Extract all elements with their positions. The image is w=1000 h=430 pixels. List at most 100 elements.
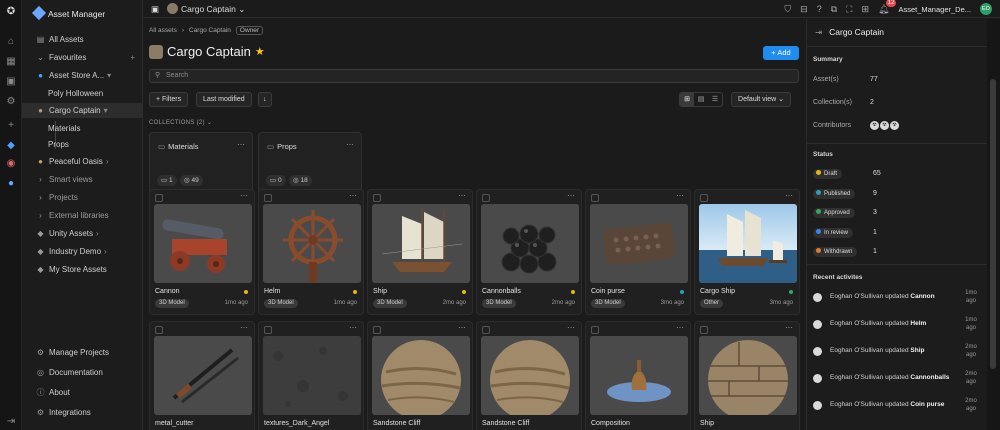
sidebar-item-all-assets[interactable]: ▤ All Assets [22,32,143,47]
asset-card[interactable]: ⋯ Ship 3D Model 2mo ago [367,189,473,315]
asset-thumbnail[interactable] [590,336,688,415]
sidebar-item-my-store-assets[interactable]: ◆ My Store Assets [22,262,143,277]
activity-target[interactable]: Cannon [910,293,934,300]
status-badge[interactable]: In review [813,227,854,238]
activity-item[interactable]: Eoghan O'Sullivan updated Helm 1mo ago [813,316,981,338]
asset-thumbnail[interactable] [481,204,579,283]
sidebar-item-asset-store[interactable]: ● Asset Store A... ▾ [22,68,143,83]
more-options-icon[interactable]: ⋯ [349,323,357,332]
select-checkbox[interactable] [264,194,272,202]
asset-card[interactable]: ⋯ Sandstone Cliff [476,321,582,430]
activity-item[interactable]: Eoghan O'Sullivan updated Cannon 1mo ago [813,289,981,311]
more-options-icon[interactable]: ⋯ [346,140,354,149]
grid-icon[interactable]: ▦ [5,56,17,68]
activity-item[interactable]: Eoghan O'Sullivan updated Cannonballs 2mo… [813,370,981,392]
more-options-icon[interactable]: ⋯ [349,191,357,200]
home-icon[interactable]: ⌂ [5,36,17,48]
search-input[interactable]: ⚲ Search [149,69,799,83]
sidebar-item-props[interactable]: Props [22,137,143,152]
list-view-icon[interactable]: ☰ [708,93,722,106]
more-options-icon[interactable]: ⋯ [458,191,466,200]
asset-thumbnail[interactable] [154,336,252,415]
unity-logo-icon[interactable]: ✪ [5,6,17,18]
asset-thumbnail[interactable] [263,204,361,283]
asset-card[interactable]: ⋯ Helm 3D Model 1mo ago [258,189,364,315]
more-options-icon[interactable]: ⋯ [240,191,248,200]
sidebar-item-industry-demo[interactable]: ◆ Industry Demo › [22,244,143,259]
asset-card[interactable]: ⋯ Ship [694,321,800,430]
shield-icon[interactable]: ⛉ [784,4,791,15]
select-checkbox[interactable] [482,326,490,334]
activity-item[interactable]: Eoghan O'Sullivan updated Coin purse 2mo … [813,397,981,419]
sidebar-item-manage-projects[interactable]: ⚙ Manage Projects [22,345,143,360]
sidebar-item-about[interactable]: ⓘ About [22,385,143,400]
project-switcher[interactable]: ▣ Cargo Captain ⌄ [151,3,245,15]
avatar[interactable]: ☢ [880,121,889,130]
more-options-icon[interactable]: ⋯ [567,323,575,332]
star-icon[interactable]: ★ [255,45,265,58]
asset-card[interactable]: ⋯ Sandstone Cliff [367,321,473,430]
add-favourite-icon[interactable]: + [130,50,135,65]
collapse-panel-icon[interactable]: ⇥ [815,27,822,37]
select-checkbox[interactable] [264,326,272,334]
asset-thumbnail[interactable] [481,336,579,415]
breadcrumb-all-assets[interactable]: All assets [149,27,177,34]
activity-target[interactable]: Helm [910,320,926,327]
avatar[interactable]: EO [980,3,992,15]
asset-card[interactable]: ⋯ metal_cutter [149,321,255,430]
planet-icon[interactable]: ● [5,178,17,190]
layers-icon[interactable]: ◉ [5,158,17,170]
help-icon[interactable]: ? [817,4,822,14]
gear-icon[interactable]: ⚙ [5,96,17,108]
asset-thumbnail[interactable] [699,336,797,415]
sidebar-item-projects[interactable]: › Projects [22,190,143,205]
select-checkbox[interactable] [700,326,708,334]
more-options-icon[interactable]: ⋯ [785,191,793,200]
copy-icon[interactable]: ⧉ [831,4,837,15]
add-button[interactable]: + Add [763,46,799,60]
asset-thumbnail[interactable] [699,204,797,283]
select-checkbox[interactable] [700,194,708,202]
sidebar-item-favourites[interactable]: ⌄ Favourites + [22,50,143,65]
select-checkbox[interactable] [155,194,163,202]
cube-icon[interactable]: ▣ [5,76,17,88]
more-options-icon[interactable]: ⋯ [676,191,684,200]
more-options-icon[interactable]: ⋯ [676,323,684,332]
select-checkbox[interactable] [373,194,381,202]
user-org-label[interactable]: Asset_Manager_De... [898,5,971,14]
more-options-icon[interactable]: ⋯ [567,191,575,200]
more-options-icon[interactable]: ⋯ [237,140,245,149]
asset-card[interactable]: ⋯ textures_Dark_Angel [258,321,364,430]
sidebar-item-cargo-captain[interactable]: ● Cargo Captain ▾ [22,103,143,118]
collections-heading[interactable]: COLLECTIONS (2) ⌄ [149,119,212,126]
sidebar-toggle-icon[interactable]: ▣ [151,4,159,14]
asset-card[interactable]: ⋯ Coin purse 3D Model 3mo ago [585,189,691,315]
inbox-icon[interactable]: ⊟ [800,4,808,15]
select-checkbox[interactable] [482,194,490,202]
box-icon[interactable]: ◆ [5,140,17,152]
asset-card[interactable]: ⋯ Cargo Ship Other 3mo ago [694,189,800,315]
avatar[interactable]: ☢ [890,121,899,130]
sidebar-item-documentation[interactable]: ◎ Documentation [22,365,143,380]
select-checkbox[interactable] [155,326,163,334]
sort-button[interactable]: Last modified [196,92,252,107]
more-options-icon[interactable]: ⋯ [240,323,248,332]
filters-button[interactable]: + Filters [149,92,189,107]
sidebar-item-integrations[interactable]: ⚙ Integrations [22,405,143,420]
view-select[interactable]: Default view ⌄ [731,92,791,107]
select-checkbox[interactable] [373,326,381,334]
grid-view-icon[interactable]: ⊞ [680,93,694,106]
sidebar-item-peaceful-oasis[interactable]: ● Peaceful Oasis › [22,154,143,169]
sidebar-item-materials[interactable]: Materials [22,121,143,136]
activity-item[interactable]: Eoghan O'Sullivan updated Ship 2mo ago [813,343,981,365]
sort-direction-button[interactable]: ↓ [258,92,272,107]
sidebar-item-external-libraries[interactable]: › External libraries [22,208,143,223]
sidebar-item-unity-assets[interactable]: ◆ Unity Assets › [22,226,143,241]
asset-thumbnail[interactable] [372,336,470,415]
asset-thumbnail[interactable] [590,204,688,283]
avatar[interactable]: ☢ [870,121,879,130]
more-options-icon[interactable]: ⋯ [785,323,793,332]
activity-target[interactable]: Cannonballs [910,374,949,381]
sidebar-item-smart-views[interactable]: › Smart views [22,172,143,187]
asset-thumbnail[interactable] [154,204,252,283]
